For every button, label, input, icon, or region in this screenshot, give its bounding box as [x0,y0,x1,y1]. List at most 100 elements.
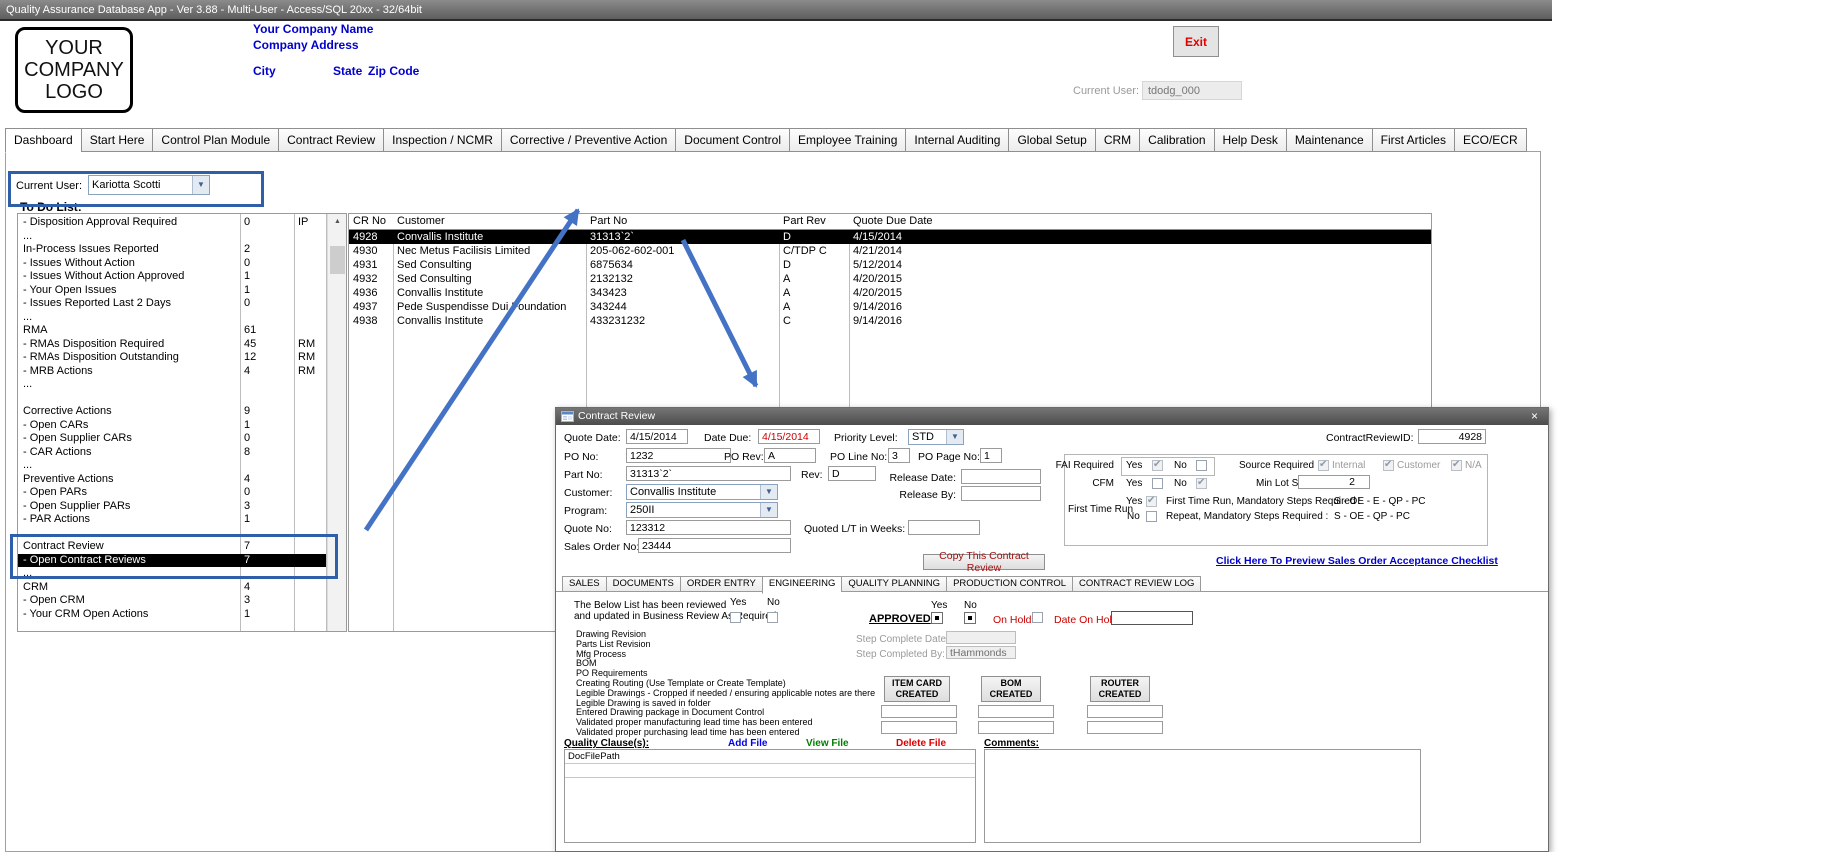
todo-row-open-cars[interactable]: - Open CARs1 [18,419,326,433]
quality-clauses-list[interactable]: DocFilePath [564,749,976,843]
table-header-part-no[interactable]: Part No [586,214,779,229]
table-row-4938[interactable]: 4938Convallis Institute433231232C9/14/20… [349,314,1431,328]
tab-internal-auditing[interactable]: Internal Auditing [905,128,1008,152]
fai-no-checkbox[interactable] [1196,460,1207,471]
tab-first-articles[interactable]: First Articles [1372,128,1454,152]
chevron-down-icon[interactable]: ▼ [760,485,777,499]
todo-row-rmas-disposition-required[interactable]: - RMAs Disposition Required45RM [18,338,326,352]
tab-document-control[interactable]: Document Control [675,128,789,152]
todo-row-issues-reported-last-2-days[interactable]: - Issues Reported Last 2 Days0 [18,297,326,311]
tab-contract-review[interactable]: Contract Review [278,128,383,152]
dialog-tab-sales[interactable]: SALES [562,576,606,592]
date-on-hold-input[interactable] [1111,611,1193,625]
po-line-no-input[interactable] [888,448,910,463]
todo-row-corrective-actions[interactable]: Corrective Actions9 [18,405,326,419]
program-dropdown[interactable]: 250II ▼ [626,502,778,518]
tab-control-plan-module[interactable]: Control Plan Module [152,128,278,152]
scrollbar-thumb[interactable] [330,246,345,274]
dialog-title-bar[interactable]: Contract Review × [556,408,1548,425]
dialog-tab-documents[interactable]: DOCUMENTS [606,576,680,592]
todo-row-open-supplier-cars[interactable]: - Open Supplier CARs0 [18,432,326,446]
bom-created-button[interactable]: BOM CREATED [981,676,1041,702]
empty-doc-row[interactable] [565,764,975,778]
po-rev-input[interactable] [764,448,816,463]
todo-row-in-process-issues-reported[interactable]: In-Process Issues Reported2 [18,243,326,257]
doc-file-path-row[interactable]: DocFilePath [565,750,975,764]
item-card-field-1[interactable] [881,705,957,718]
po-page-no-input[interactable] [980,448,1002,463]
reviewed-yes-checkbox[interactable] [730,612,741,623]
source-na-checkbox[interactable] [1451,460,1462,471]
reviewed-no-checkbox[interactable] [767,612,778,623]
router-created-button[interactable]: ROUTER CREATED [1090,676,1150,702]
router-field-1[interactable] [1087,705,1163,718]
part-no-input[interactable] [626,466,791,481]
todo-row-blank[interactable]: ... [18,378,326,392]
dialog-tab-engineering[interactable]: ENGINEERING [762,576,842,594]
todo-row-open-supplier-pars[interactable]: - Open Supplier PARs3 [18,500,326,514]
todo-row-blank[interactable] [18,392,326,406]
table-row-4937[interactable]: 4937Pede Suspendisse Dui Foundation34324… [349,300,1431,314]
exit-button[interactable]: Exit [1173,26,1219,57]
todo-row-rma[interactable]: RMA61 [18,324,326,338]
cfm-yes-checkbox[interactable] [1152,478,1163,489]
date-due-input[interactable] [758,429,820,444]
customer-dropdown[interactable]: Convallis Institute ▼ [626,484,778,500]
todo-row-rmas-disposition-outstanding[interactable]: - RMAs Disposition Outstanding12RM [18,351,326,365]
todo-row-issues-without-action[interactable]: - Issues Without Action0 [18,257,326,271]
table-row-4930[interactable]: 4930Nec Metus Facilisis Limited205-062-6… [349,244,1431,258]
todo-row-issues-without-action-approved[interactable]: - Issues Without Action Approved1 [18,270,326,284]
table-row-4936[interactable]: 4936Convallis Institute343423A4/20/2015 [349,286,1431,300]
item-card-created-button[interactable]: ITEM CARD CREATED [884,676,950,702]
router-field-2[interactable] [1087,721,1163,734]
scrollbar-up-icon[interactable]: ▲ [328,214,347,230]
tab-dashboard[interactable]: Dashboard [5,128,81,153]
todo-row-mrb-actions[interactable]: - MRB Actions4RM [18,365,326,379]
todo-row-your-crm-open-actions[interactable]: - Your CRM Open Actions1 [18,608,326,622]
min-lot-size-input[interactable] [1298,475,1370,489]
tab-employee-training[interactable]: Employee Training [789,128,905,152]
table-header-customer[interactable]: Customer [393,214,586,229]
add-file-link[interactable]: Add File [728,738,767,749]
tab-calibration[interactable]: Calibration [1139,128,1213,152]
chevron-down-icon[interactable]: ▼ [760,503,777,517]
approved-yes-option[interactable] [931,612,943,624]
quote-date-input[interactable] [626,429,688,444]
item-card-field-2[interactable] [881,721,957,734]
todo-row-blank[interactable]: ... [18,230,326,244]
view-file-link[interactable]: View File [806,738,849,749]
dialog-tab-contract-review-log[interactable]: CONTRACT REVIEW LOG [1072,576,1201,592]
table-header-quote-due-date[interactable]: Quote Due Date [849,214,1431,229]
todo-row-car-actions[interactable]: - CAR Actions8 [18,446,326,460]
fai-yes-checkbox[interactable] [1152,460,1163,471]
quote-no-input[interactable] [626,520,791,535]
todo-row-blank[interactable]: ... [18,459,326,473]
source-customer-checkbox[interactable] [1383,460,1394,471]
tab-crm[interactable]: CRM [1095,128,1139,152]
tab-maintenance[interactable]: Maintenance [1286,128,1372,152]
delete-file-link[interactable]: Delete File [896,738,946,749]
sales-order-no-input[interactable] [638,538,791,553]
chevron-down-icon[interactable]: ▼ [946,430,963,444]
dialog-tab-order-entry[interactable]: ORDER ENTRY [680,576,762,592]
tab-help-desk[interactable]: Help Desk [1214,128,1286,152]
todo-row-blank[interactable]: ... [18,311,326,325]
todo-row-open-pars[interactable]: - Open PARs0 [18,486,326,500]
todo-row-your-open-issues[interactable]: - Your Open Issues1 [18,284,326,298]
tab-global-setup[interactable]: Global Setup [1008,128,1094,152]
tab-inspection-ncmr[interactable]: Inspection / NCMR [383,128,501,152]
on-hold-checkbox[interactable] [1032,612,1043,623]
table-header-part-rev[interactable]: Part Rev [779,214,849,229]
tab-start-here[interactable]: Start Here [81,128,153,152]
source-internal-checkbox[interactable] [1318,460,1329,471]
approved-no-option[interactable] [964,612,976,624]
bom-field-1[interactable] [978,705,1054,718]
priority-level-dropdown[interactable]: STD ▼ [908,429,964,445]
bom-field-2[interactable] [978,721,1054,734]
table-row-4928[interactable]: 4928Convallis Institute31313`2`D4/15/201… [349,230,1431,244]
todo-row-par-actions[interactable]: - PAR Actions1 [18,513,326,527]
todo-row-preventive-actions[interactable]: Preventive Actions4 [18,473,326,487]
quoted-lt-weeks-input[interactable] [908,520,980,535]
copy-contract-review-button[interactable]: Copy This Contract Review [923,554,1045,570]
contract-review-id-input[interactable] [1418,429,1486,444]
